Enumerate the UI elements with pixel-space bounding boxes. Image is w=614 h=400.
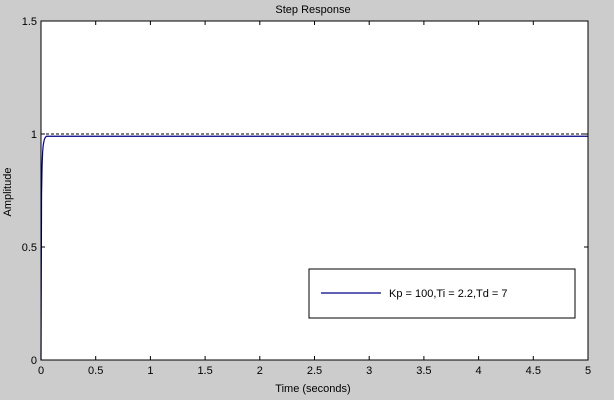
x-tick-label: 4 <box>476 365 482 377</box>
y-tick-label: 0 <box>31 355 37 367</box>
y-tick-label: 0.5 <box>22 242 37 254</box>
legend: Kp = 100,Ti = 2.2,Td = 7 <box>308 268 576 319</box>
x-tick-label: 2 <box>257 365 263 377</box>
x-tick-label: 4.5 <box>526 365 541 377</box>
x-tick-label: 0 <box>38 365 44 377</box>
step-response-figure: 0 0.5 1 1.5 2 2.5 3 3.5 4 4.5 5 0 0.5 1 1.5 Step Respo… <box>0 0 614 400</box>
chart-title: Step Response <box>275 4 350 16</box>
x-tick-label: 1.5 <box>197 365 212 377</box>
legend-label: Kp = 100,Ti = 2.2,Td = 7 <box>389 288 508 300</box>
y-tick-label: 1.5 <box>22 16 37 28</box>
x-tick-label: 1 <box>147 365 153 377</box>
x-axis-label: Time (seconds) <box>275 383 350 395</box>
x-tick-label: 3 <box>366 365 372 377</box>
x-tick-label: 3.5 <box>416 365 431 377</box>
x-tick-label: 2.5 <box>307 365 322 377</box>
x-tick-label: 5 <box>585 365 591 377</box>
y-axis-label: Amplitude <box>2 168 14 217</box>
y-tick-label: 1 <box>31 129 37 141</box>
x-tick-label: 0.5 <box>88 365 103 377</box>
